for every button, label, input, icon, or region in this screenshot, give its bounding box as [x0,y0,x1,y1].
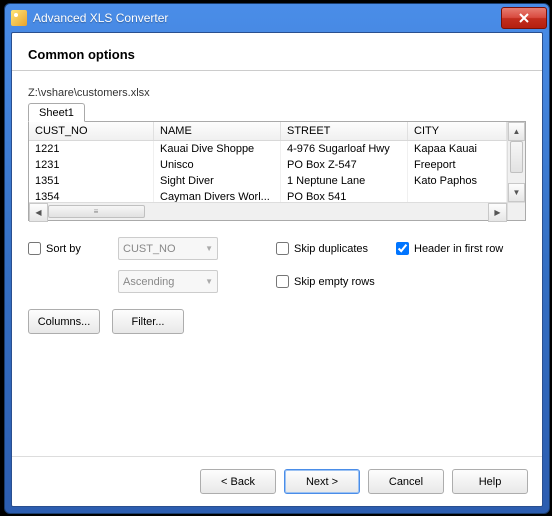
skip-duplicates-checkbox[interactable]: Skip duplicates [276,242,396,255]
table-row[interactable]: 1351 Sight Diver 1 Neptune Lane Kato Pap… [29,173,507,189]
cell: 4-976 Sugarloaf Hwy [281,141,408,157]
close-icon [519,13,529,23]
horizontal-scrollbar[interactable]: ◀ ≡ ▶ [29,202,525,220]
column-header[interactable]: STREET [281,122,408,140]
scroll-left-icon[interactable]: ◀ [29,203,48,222]
cell: 1351 [29,173,154,189]
grid-body: 1221 Kauai Dive Shoppe 4-976 Sugarloaf H… [29,141,507,202]
cell: PO Box Z-547 [281,157,408,173]
header-first-row-label: Header in first row [414,243,503,255]
sort-by-label: Sort by [46,243,81,255]
footer-buttons: < Back Next > Cancel Help [12,456,542,506]
sort-by-checkbox[interactable]: Sort by [28,242,118,255]
close-button[interactable] [501,7,547,29]
grid-header: CUST_NO NAME STREET CITY [29,122,507,141]
scroll-right-icon[interactable]: ▶ [488,203,507,222]
vertical-scrollbar[interactable]: ▲ ▼ [507,122,525,202]
skip-empty-rows-label: Skip empty rows [294,276,375,288]
chevron-down-icon: ▼ [205,277,213,286]
cell: Freeport [408,157,507,173]
skip-duplicates-check[interactable] [276,242,289,255]
body: Z:\vshare\customers.xlsx Sheet1 CUST_NO … [12,71,542,456]
cell: Kauai Dive Shoppe [154,141,281,157]
sort-field-select[interactable]: CUST_NO ▼ [118,237,218,260]
skip-empty-rows-check[interactable] [276,275,289,288]
client-area: Common options Z:\vshare\customers.xlsx … [11,32,543,507]
app-icon [11,10,27,26]
skip-empty-rows-checkbox[interactable]: Skip empty rows [276,275,375,288]
table-row[interactable]: 1231 Unisco PO Box Z-547 Freeport [29,157,507,173]
column-header[interactable]: CUST_NO [29,122,154,140]
help-button[interactable]: Help [452,469,528,494]
header-first-row-check[interactable] [396,242,409,255]
header-first-row-checkbox[interactable]: Header in first row [396,242,503,255]
cell: Unisco [154,157,281,173]
tab-row: Sheet1 [28,103,526,121]
chevron-down-icon: ▼ [205,244,213,253]
table-row[interactable]: 1354 Cayman Divers Worl... PO Box 541 [29,189,507,202]
scroll-up-icon[interactable]: ▲ [508,122,525,141]
file-path: Z:\vshare\customers.xlsx [28,87,526,99]
back-button[interactable]: < Back [200,469,276,494]
column-header[interactable]: CITY [408,122,507,140]
page-title: Common options [12,33,542,70]
options-area: Sort by CUST_NO ▼ Skip duplicates Header… [28,237,526,334]
cell: Sight Diver [154,173,281,189]
cell [408,189,507,202]
cell: Kapaa Kauai [408,141,507,157]
cancel-button[interactable]: Cancel [368,469,444,494]
data-grid: CUST_NO NAME STREET CITY 1221 Kauai Dive… [28,121,526,221]
next-button[interactable]: Next > [284,469,360,494]
cell: Cayman Divers Worl... [154,189,281,202]
sort-direction-value: Ascending [123,276,174,288]
table-row[interactable]: 1221 Kauai Dive Shoppe 4-976 Sugarloaf H… [29,141,507,157]
scrollbar-corner [507,203,525,220]
cell: 1221 [29,141,154,157]
filter-button[interactable]: Filter... [112,309,184,334]
sheet-tab[interactable]: Sheet1 [28,103,85,122]
cell: 1354 [29,189,154,202]
skip-duplicates-label: Skip duplicates [294,243,368,255]
window-title: Advanced XLS Converter [33,11,501,25]
scrollbar-thumb[interactable] [510,141,523,173]
sort-direction-select[interactable]: Ascending ▼ [118,270,218,293]
cell: 1 Neptune Lane [281,173,408,189]
scrollbar-thumb[interactable]: ≡ [48,205,145,218]
sort-by-check[interactable] [28,242,41,255]
cell: Kato Paphos [408,173,507,189]
column-header[interactable]: NAME [154,122,281,140]
titlebar: Advanced XLS Converter [5,4,549,32]
app-window: Advanced XLS Converter Common options Z:… [4,3,550,514]
sort-field-value: CUST_NO [123,243,176,255]
cell: PO Box 541 [281,189,408,202]
scroll-down-icon[interactable]: ▼ [508,183,525,202]
columns-button[interactable]: Columns... [28,309,100,334]
cell: 1231 [29,157,154,173]
